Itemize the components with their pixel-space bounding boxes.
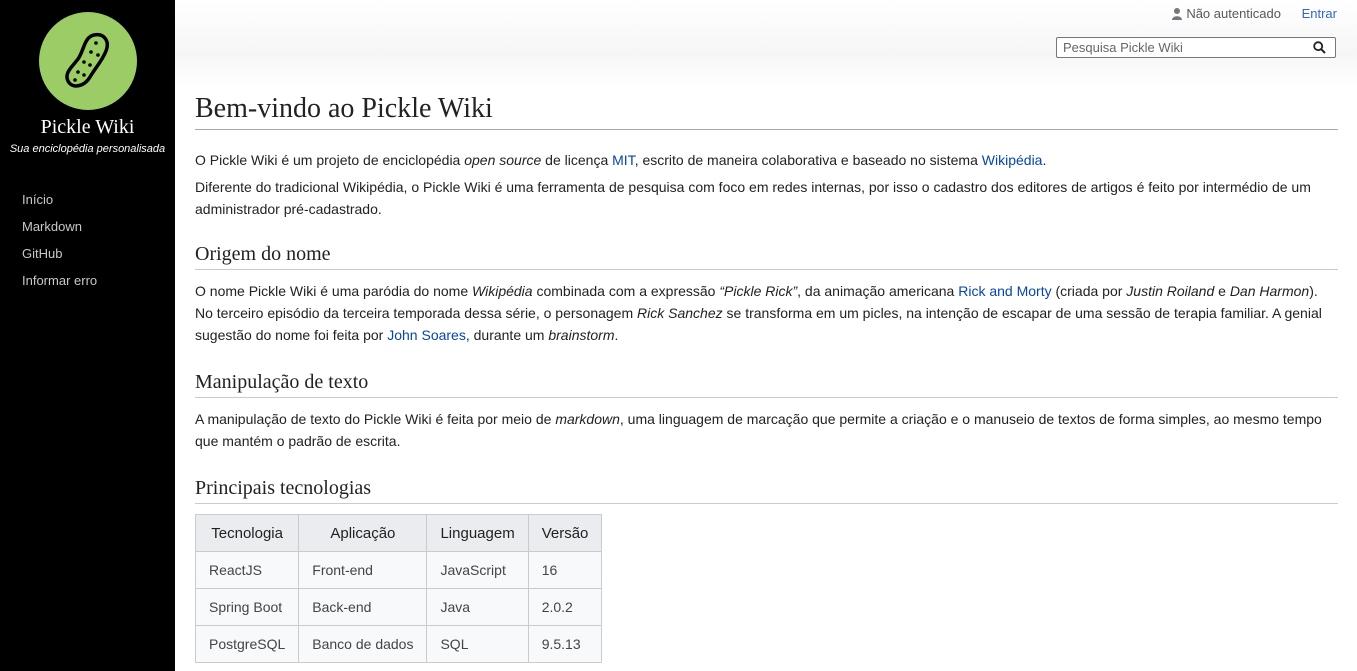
text: combinada com a expressão (532, 283, 720, 299)
column-header: Versão (527, 514, 603, 552)
text-em: Justin Roiland (1126, 283, 1215, 299)
text: . (1042, 152, 1047, 168)
text: O nome Pickle Wiki é uma paródia do nome (195, 283, 473, 299)
brand-tagline: Sua enciclopédia personalisada (9, 143, 166, 155)
table-cell: Banco de dados (298, 625, 428, 663)
section-heading-tecnologias: Principais tecnologias (195, 475, 1338, 504)
link-wikipedia[interactable]: Wikipédia (982, 152, 1043, 168)
sidebar-nav: Início Markdown GitHub Informar erro (22, 191, 97, 299)
intro-paragraph-2: Diferente do tradicional Wikipédia, o Pi… (195, 179, 1311, 217)
table-cell: Spring Boot (194, 588, 300, 626)
table-header-row: Tecnologia Aplicação Linguagem Versão (194, 514, 603, 552)
text-em: Wikipédia (472, 283, 533, 299)
user-icon (1172, 7, 1183, 20)
section-heading-origem: Origem do nome (195, 241, 1338, 270)
page-title: Bem-vindo ao Pickle Wiki (195, 90, 1338, 130)
table-cell: Java (426, 588, 529, 626)
user-status: Não autenticado (1172, 6, 1281, 21)
text: , da animação americana (797, 283, 959, 299)
sidebar: Pickle Wiki Sua enciclopédia personalisa… (0, 0, 175, 671)
intro-paragraph-1: O Pickle Wiki é um projeto de enciclopéd… (195, 149, 1338, 171)
table-cell: Back-end (298, 588, 428, 626)
table-cell: PostgreSQL (194, 625, 300, 663)
text: . (614, 327, 619, 343)
logo[interactable] (39, 12, 137, 110)
table-row: Spring Boot Back-end Java 2.0.2 (194, 588, 603, 626)
text: e (1214, 283, 1230, 299)
link-rick-and-morty[interactable]: Rick and Morty (958, 283, 1051, 299)
text: O Pickle Wiki é um projeto de enciclopéd… (195, 152, 465, 168)
column-header: Aplicação (298, 514, 428, 552)
sidebar-item-informar-erro[interactable]: Informar erro (22, 272, 97, 299)
tech-table: Tecnologia Aplicação Linguagem Versão Re… (194, 514, 603, 663)
sidebar-item-github[interactable]: GitHub (22, 245, 97, 272)
table-cell: 16 (527, 551, 603, 589)
section-heading-manipulacao: Manipulação de texto (195, 369, 1338, 398)
text: , escrito de maneira colaborativa e base… (634, 152, 982, 168)
text: , durante um (465, 327, 549, 343)
text-em: “Pickle Rick” (719, 283, 798, 299)
sidebar-item-inicio[interactable]: Início (22, 191, 97, 218)
table-cell: 9.5.13 (527, 625, 603, 663)
brand-name: Pickle Wiki (40, 116, 135, 138)
main-content: Bem-vindo ao Pickle Wiki O Pickle Wiki é… (194, 90, 1338, 663)
login-link[interactable]: Entrar (1302, 6, 1337, 21)
text: (criada por (1051, 283, 1127, 299)
search-box (1056, 37, 1336, 58)
text-em: open source (464, 152, 542, 168)
origin-paragraph: O nome Pickle Wiki é uma paródia do nome… (195, 280, 1338, 346)
table-row: PostgreSQL Banco de dados SQL 9.5.13 (194, 625, 603, 663)
text-em: markdown (555, 411, 620, 427)
text: A manipulação de texto do Pickle Wiki é … (195, 411, 556, 427)
text-em: brainstorm (548, 327, 615, 343)
top-bar: Não autenticado Entrar (175, 0, 1357, 90)
link-mit[interactable]: MIT (612, 152, 635, 168)
pickle-icon (65, 32, 109, 88)
column-header: Linguagem (426, 514, 529, 552)
search-icon[interactable] (1313, 41, 1326, 59)
column-header: Tecnologia (194, 514, 300, 552)
text-em: Dan Harmon (1229, 283, 1310, 299)
user-status-label: Não autenticado (1186, 6, 1281, 21)
link-john-soares[interactable]: John Soares (387, 327, 466, 343)
sidebar-item-markdown[interactable]: Markdown (22, 218, 97, 245)
table-row: ReactJS Front-end JavaScript 16 (194, 551, 603, 589)
table-cell: Front-end (298, 551, 428, 589)
text-em: Rick Sanchez (637, 305, 723, 321)
search-input[interactable] (1057, 38, 1319, 57)
manip-paragraph: A manipulação de texto do Pickle Wiki é … (195, 408, 1338, 452)
text: de licença (541, 152, 613, 168)
table-cell: JavaScript (426, 551, 529, 589)
table-cell: SQL (426, 625, 529, 663)
table-cell: 2.0.2 (527, 588, 603, 626)
table-cell: ReactJS (194, 551, 300, 589)
